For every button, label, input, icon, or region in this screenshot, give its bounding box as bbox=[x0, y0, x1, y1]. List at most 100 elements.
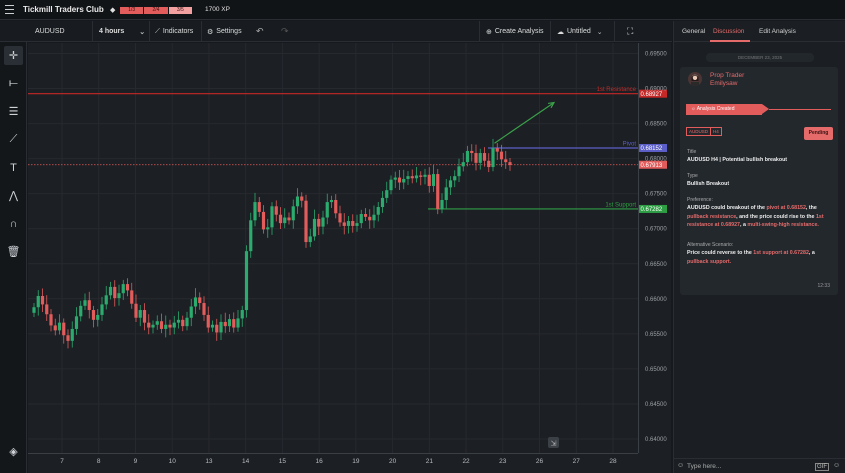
fib-lines-icon[interactable]: ☰ bbox=[4, 102, 23, 121]
message-card: Prop Trader Emilysaw ☼ Analysis Created … bbox=[680, 67, 838, 295]
candle-body bbox=[62, 322, 66, 336]
xp-segment: 1/3 bbox=[120, 6, 144, 14]
interval-label: 4 hours bbox=[99, 28, 125, 35]
candle-body bbox=[491, 148, 495, 168]
magnet-icon[interactable]: ∩ bbox=[4, 214, 23, 233]
indicators-icon: ⟋ bbox=[155, 27, 160, 35]
candle-body bbox=[444, 187, 448, 200]
text-segment: , and the price could rise to the bbox=[736, 213, 816, 220]
candle-body bbox=[40, 296, 45, 305]
candle-body bbox=[291, 206, 295, 221]
hamburger-menu-icon[interactable] bbox=[5, 5, 14, 14]
candle-body bbox=[278, 214, 283, 224]
horizontal-line-icon[interactable]: ⟝ bbox=[4, 74, 23, 93]
candle-body bbox=[100, 304, 104, 315]
candle-body bbox=[504, 159, 508, 163]
candle-body bbox=[385, 190, 389, 198]
indicators-button[interactable]: ⟋ Indicators bbox=[155, 21, 193, 42]
candle-body bbox=[283, 217, 287, 224]
price-tick-label: 0.69500 bbox=[645, 52, 667, 58]
settings-button[interactable]: ⚙ Settings bbox=[207, 21, 242, 42]
candle-body bbox=[380, 197, 385, 207]
symbol-search[interactable]: AUDUSD bbox=[35, 21, 65, 42]
candle-body bbox=[470, 150, 474, 154]
trash-icon[interactable]: 🗑 bbox=[4, 242, 23, 261]
candle-body bbox=[266, 227, 270, 230]
cloud-icon: ☁ bbox=[557, 28, 564, 36]
time-tick-label: 22 bbox=[462, 458, 470, 465]
redo-icon[interactable]: ↷ bbox=[281, 21, 289, 42]
candle-body bbox=[130, 290, 134, 304]
message-composer: ☺ Type here... GIF ☺ bbox=[674, 458, 845, 473]
candle-body bbox=[376, 207, 380, 215]
tab-general[interactable]: General bbox=[682, 28, 705, 35]
symbol-tag: AUDUSD bbox=[686, 127, 712, 136]
candle-body bbox=[36, 296, 40, 308]
candle-body bbox=[274, 206, 278, 215]
crosshair-icon[interactable]: ✛ bbox=[4, 46, 23, 65]
tab-edit-analysis[interactable]: Edit Analysis bbox=[759, 28, 796, 35]
smiley-icon[interactable]: ☺ bbox=[677, 462, 684, 469]
candle-body bbox=[304, 200, 308, 243]
banner-line bbox=[769, 109, 831, 110]
price-tick-label: 0.67000 bbox=[645, 227, 667, 233]
title-label: Title bbox=[687, 149, 697, 155]
candle-body bbox=[244, 251, 249, 311]
candle-body bbox=[227, 319, 232, 327]
undo-icon[interactable]: ↶ bbox=[256, 21, 264, 42]
level-name-label: 1st Resistance bbox=[597, 87, 637, 93]
candle-body bbox=[121, 284, 125, 294]
candle-body bbox=[414, 175, 419, 179]
level-price-label: 0.68152 bbox=[641, 146, 663, 152]
gif-icon[interactable]: GIF bbox=[815, 463, 829, 471]
chart-svg[interactable]: 1st Resistance 0.68927 Pivot 0.68152 1st Sup… bbox=[28, 43, 671, 473]
candle-body bbox=[125, 284, 130, 291]
emoji-icon[interactable]: ☺ bbox=[833, 462, 840, 469]
layout-select[interactable]: ☁ Untitled ⌄ bbox=[557, 21, 603, 42]
top-bar: Tickmill Traders Club ◆ 1/3 2/4 3/5 1700… bbox=[0, 0, 845, 20]
candle-body bbox=[176, 319, 181, 323]
candle-body bbox=[253, 202, 257, 221]
layers-icon[interactable]: ◈ bbox=[4, 442, 23, 461]
time-tick-label: 7 bbox=[60, 458, 64, 465]
level-price-label: 0.68927 bbox=[641, 92, 663, 98]
candle-body bbox=[181, 319, 185, 327]
timeframe-tag: H4 bbox=[710, 127, 722, 136]
interval-select[interactable]: 4 hours ⌄ bbox=[99, 21, 145, 42]
status-badge: Pending bbox=[804, 127, 833, 140]
current-price-label: 0.67913 bbox=[641, 163, 663, 169]
candle-body bbox=[257, 202, 261, 212]
candle-body bbox=[325, 202, 329, 218]
candle-body bbox=[406, 176, 410, 179]
candle-body bbox=[79, 305, 83, 317]
tab-discussion[interactable]: Discussion bbox=[713, 28, 744, 35]
pattern-icon[interactable]: ⋀ bbox=[4, 186, 23, 205]
screenshot-icon[interactable]: ⇲ bbox=[548, 437, 559, 448]
title-value: AUDUSD H4 | Potential bullish breakout bbox=[687, 157, 788, 163]
text-icon[interactable]: T bbox=[4, 158, 23, 177]
candle-body bbox=[329, 199, 334, 203]
candle-body bbox=[49, 314, 53, 326]
price-tick-label: 0.66500 bbox=[645, 262, 667, 268]
app-title: Tickmill Traders Club bbox=[23, 5, 104, 14]
chart-toolbar: AUDUSD 4 hours ⌄ ⟋ Indicators ⚙ Settings… bbox=[0, 21, 672, 42]
type-value: Bullish Breakout bbox=[687, 181, 730, 187]
message-input[interactable]: Type here... bbox=[687, 463, 721, 470]
trend-line-icon[interactable]: ⟋ bbox=[4, 130, 23, 149]
candle-body bbox=[270, 206, 274, 228]
candle-body bbox=[355, 223, 359, 226]
analysis-created-banner: ☼ Analysis Created bbox=[686, 104, 762, 115]
time-tick-label: 23 bbox=[499, 458, 507, 465]
candle-body bbox=[351, 221, 355, 226]
time-axis-border bbox=[28, 453, 638, 454]
fullscreen-icon[interactable]: ⛶ bbox=[627, 21, 633, 42]
avatar[interactable] bbox=[688, 72, 702, 86]
time-tick-label: 26 bbox=[536, 458, 544, 465]
toolbar-divider bbox=[614, 21, 615, 42]
author-name[interactable]: Emilysaw bbox=[710, 80, 737, 87]
candle-body bbox=[308, 236, 312, 243]
create-analysis-button[interactable]: ⊕ Create Analysis bbox=[486, 21, 544, 42]
price-chart[interactable]: 1st Resistance 0.68927 Pivot 0.68152 1st Sup… bbox=[28, 43, 671, 473]
xp-segment: 2/4 bbox=[144, 6, 168, 14]
type-label: Type bbox=[687, 173, 698, 179]
